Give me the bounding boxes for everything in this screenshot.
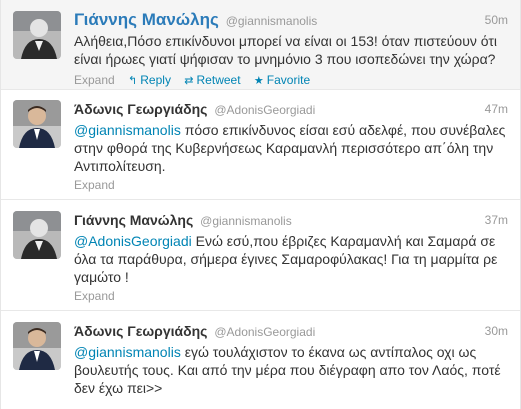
favorite-label: Favorite xyxy=(266,73,311,87)
tweet-header: Γιάννης Μανώλης @giannismanolis 50m xyxy=(74,11,508,29)
tweet-timestamp[interactable]: 47m xyxy=(485,100,508,118)
favorite-button[interactable]: ★ Favorite xyxy=(254,73,310,87)
tweet-timestamp[interactable]: 50m xyxy=(485,11,508,29)
reply-icon: ↰ xyxy=(128,75,138,87)
tweet-text: @giannismanolis εγώ τουλάχιστον το έκανα… xyxy=(74,343,508,397)
user-handle[interactable]: @giannismanolis xyxy=(200,214,292,228)
expand-link[interactable]: Expand xyxy=(74,178,115,192)
tweet-timestamp[interactable]: 37m xyxy=(485,211,508,229)
tweet-actions: Expand ↰ Reply ⇄ Retweet ★ Favorite xyxy=(74,70,508,91)
retweet-label: Retweet xyxy=(196,73,241,87)
reply-label: Reply xyxy=(140,73,171,87)
user-handle[interactable]: @giannismanolis xyxy=(226,14,318,28)
user-fullname[interactable]: Γιάννης Μανώλης xyxy=(74,212,193,228)
star-icon: ★ xyxy=(253,75,264,87)
tweet-actions: Expand xyxy=(74,175,508,196)
tweet-header: Άδωνις Γεωργιάδης @AdonisGeorgiadi 30m xyxy=(74,322,508,340)
user-handle[interactable]: @AdonisGeorgiadi xyxy=(214,103,315,117)
tweet-header: Άδωνις Γεωργιάδης @AdonisGeorgiadi 47m xyxy=(74,100,508,118)
tweet-item[interactable]: Άδωνις Γεωργιάδης @AdonisGeorgiadi 47m @… xyxy=(1,90,520,200)
tweet-text: Αλήθεια,Πόσο επικίνδυνοι μπορεί να είναι… xyxy=(74,33,497,67)
reply-button[interactable]: ↰ Reply xyxy=(128,73,171,87)
retweet-button[interactable]: ⇄ Retweet xyxy=(184,73,240,87)
user-fullname[interactable]: Γιάννης Μανώλης xyxy=(74,10,219,29)
tweet-item[interactable]: Γιάννης Μανώλης @giannismanolis 50m Αλήθ… xyxy=(1,0,520,90)
user-handle[interactable]: @AdonisGeorgiadi xyxy=(214,325,315,339)
avatar[interactable] xyxy=(13,100,61,148)
tweet-actions: Expand xyxy=(74,286,508,307)
tweet-text: @AdonisGeorgiadi Ενώ εσύ,που έβριζες Καρ… xyxy=(74,232,508,286)
expand-link[interactable]: Expand xyxy=(74,289,115,303)
user-fullname[interactable]: Άδωνις Γεωργιάδης xyxy=(74,323,207,339)
tweet-text: @giannismanolis πόσο επικίνδυνος είσαι ε… xyxy=(74,121,508,175)
retweet-icon: ⇄ xyxy=(184,75,194,87)
mention-link[interactable]: @giannismanolis xyxy=(74,344,181,360)
tweet-timeline: Γιάννης Μανώλης @giannismanolis 50m Αλήθ… xyxy=(0,0,521,409)
avatar[interactable] xyxy=(13,211,61,259)
avatar[interactable] xyxy=(13,322,61,370)
tweet-item[interactable]: Άδωνις Γεωργιάδης @AdonisGeorgiadi 30m @… xyxy=(1,311,520,409)
tweet-header: Γιάννης Μανώλης @giannismanolis 37m xyxy=(74,211,508,229)
tweet-item[interactable]: Γιάννης Μανώλης @giannismanolis 37m @Ado… xyxy=(1,200,520,311)
user-fullname[interactable]: Άδωνις Γεωργιάδης xyxy=(74,101,207,117)
avatar[interactable] xyxy=(13,11,61,59)
mention-link[interactable]: @AdonisGeorgiadi xyxy=(74,233,192,249)
tweet-timestamp[interactable]: 30m xyxy=(485,322,508,340)
expand-link[interactable]: Expand xyxy=(74,73,115,87)
mention-link[interactable]: @giannismanolis xyxy=(74,122,181,138)
